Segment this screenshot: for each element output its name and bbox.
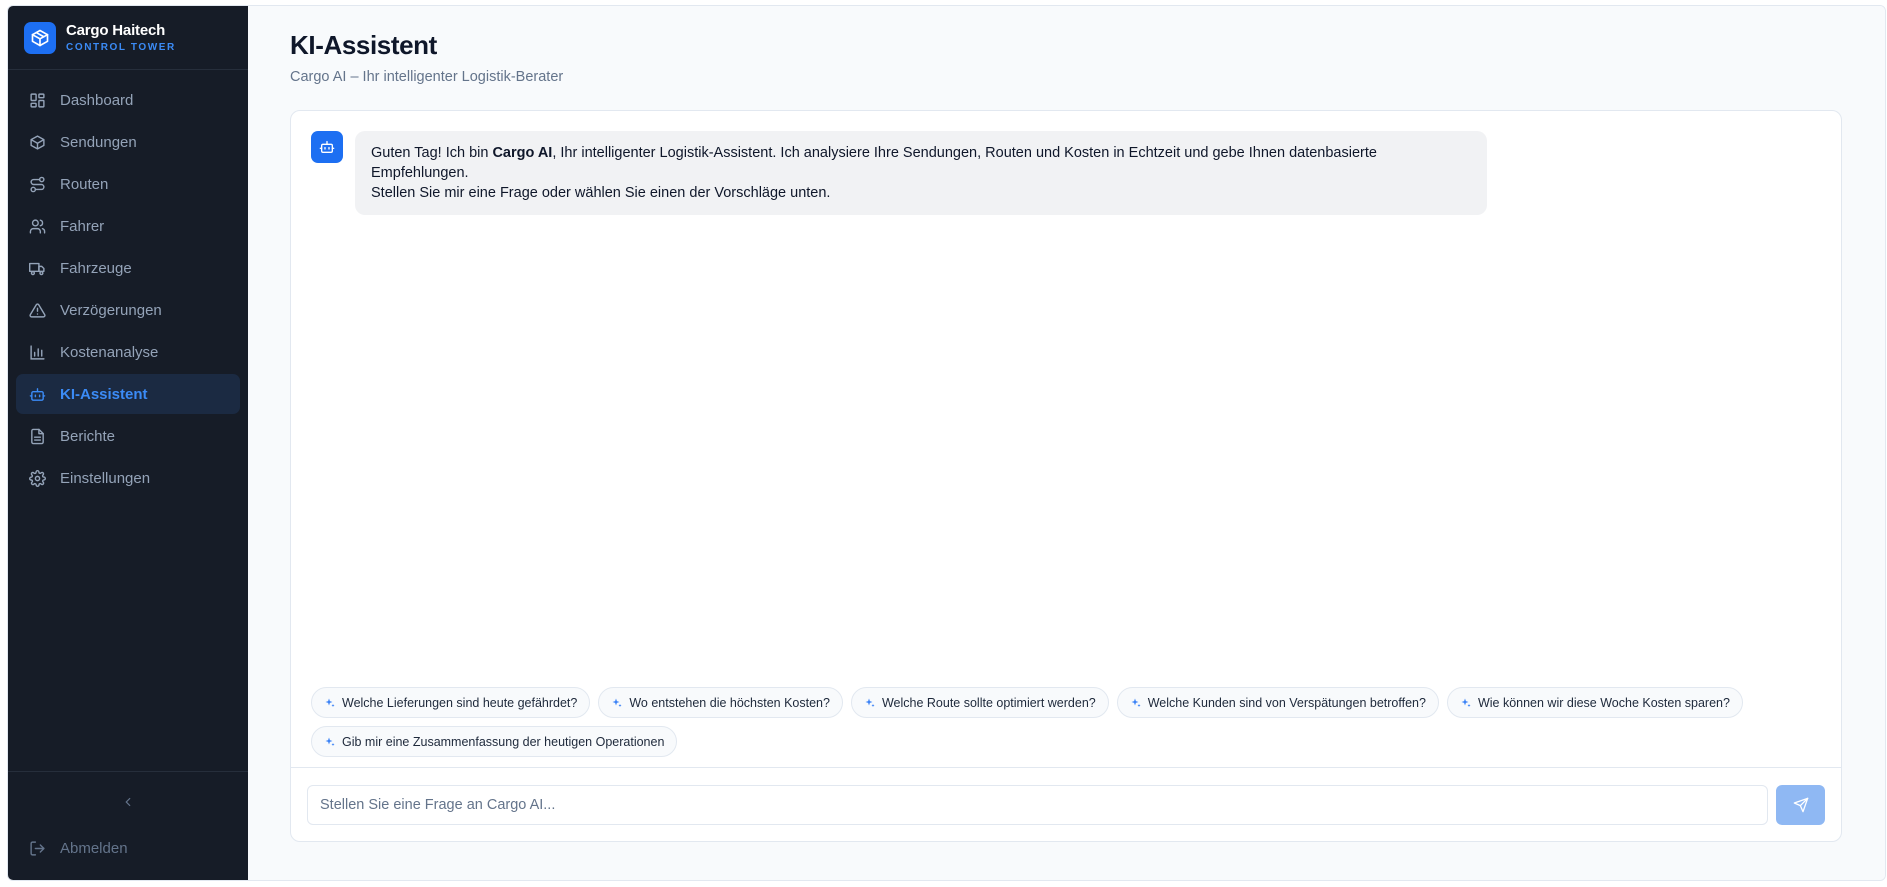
send-button[interactable]	[1776, 784, 1825, 825]
suggestion-label: Welche Lieferungen sind heute gefährdet?	[342, 695, 578, 710]
sidebar-item-ki-assistent[interactable]: KI-Assistent	[16, 374, 240, 414]
suggestion-chips: Welche Lieferungen sind heute gefährdet?…	[291, 687, 1841, 767]
bot-icon	[29, 387, 46, 401]
sidebar-nav: Dashboard Sendungen Routen Fahrer Fahrze…	[8, 70, 248, 508]
package-logo-icon	[24, 21, 56, 54]
page-title: KI-Assistent	[290, 30, 437, 60]
app-frame: Cargo Haitech CONTROL TOWER Dashboard Se…	[7, 5, 1886, 881]
brand[interactable]: Cargo Haitech CONTROL TOWER	[8, 6, 248, 70]
warning-icon	[29, 302, 46, 318]
suggestion-chip[interactable]: Wie können wir diese Woche Kosten sparen…	[1446, 687, 1743, 718]
sidebar-item-routen[interactable]: Routen	[16, 164, 240, 204]
suggestion-label: Welche Route sollte optimiert werden?	[881, 695, 1096, 710]
chat-panel: Guten Tag! Ich bin Cargo AI, Ihr intelli…	[290, 110, 1842, 842]
sparkles-icon	[325, 737, 335, 746]
sidebar: Cargo Haitech CONTROL TOWER Dashboard Se…	[8, 6, 248, 880]
truck-icon	[29, 262, 45, 275]
sidebar-item-label: Verzögerungen	[60, 301, 162, 319]
brand-name: Cargo Haitech	[66, 22, 166, 39]
users-icon	[29, 218, 46, 234]
brand-subtitle: CONTROL TOWER	[66, 42, 176, 53]
send-icon	[1793, 797, 1808, 812]
main-content: KI-Assistent Cargo AI – Ihr intelligente…	[248, 6, 1885, 880]
package-icon	[30, 134, 45, 150]
chat-input[interactable]	[307, 784, 1768, 825]
sparkles-icon	[325, 698, 335, 707]
sparkles-icon	[1131, 698, 1141, 707]
sidebar-item-verzoegerungen[interactable]: Verzögerungen	[16, 290, 240, 330]
suggestion-label: Welche Kunden sind von Verspätungen betr…	[1147, 695, 1426, 710]
sidebar-item-label: Kostenanalyse	[60, 343, 159, 361]
message-text-bold: Cargo AI	[492, 145, 553, 161]
bot-avatar-icon	[311, 131, 343, 163]
sidebar-item-label: Fahrer	[60, 217, 105, 235]
dashboard-icon	[30, 92, 45, 108]
suggestion-label: Wie können wir diese Woche Kosten sparen…	[1477, 695, 1730, 710]
suggestion-chip[interactable]: Wo entstehen die höchsten Kosten?	[598, 687, 843, 718]
sidebar-item-kostenanalyse[interactable]: Kostenanalyse	[16, 332, 240, 372]
sidebar-item-fahrer[interactable]: Fahrer	[16, 206, 240, 246]
sidebar-item-fahrzeuge[interactable]: Fahrzeuge	[16, 248, 240, 288]
logout-button[interactable]: Abmelden	[16, 828, 240, 868]
sidebar-item-label: Berichte	[60, 427, 116, 445]
sidebar-item-label: Routen	[60, 175, 109, 193]
route-icon	[30, 176, 45, 192]
assistant-message: Guten Tag! Ich bin Cargo AI, Ihr intelli…	[311, 131, 1821, 215]
logout-icon	[30, 840, 45, 856]
message-list: Guten Tag! Ich bin Cargo AI, Ihr intelli…	[291, 111, 1841, 687]
suggestion-chip[interactable]: Gib mir eine Zusammenfassung der heutige…	[311, 726, 678, 757]
message-text-line2: Stellen Sie mir eine Frage oder wählen S…	[371, 185, 831, 201]
sparkles-icon	[612, 698, 622, 707]
bar-chart-icon	[30, 344, 45, 360]
file-text-icon	[31, 428, 44, 444]
sidebar-item-label: KI-Assistent	[60, 385, 148, 403]
sparkles-icon	[1461, 698, 1471, 707]
suggestion-chip[interactable]: Welche Route sollte optimiert werden?	[850, 687, 1109, 718]
suggestion-label: Wo entstehen die höchsten Kosten?	[629, 695, 830, 710]
sidebar-item-label: Einstellungen	[60, 469, 151, 487]
sidebar-item-einstellungen[interactable]: Einstellungen	[16, 458, 240, 498]
chevron-left-icon	[125, 797, 131, 807]
suggestion-chip[interactable]: Welche Kunden sind von Verspätungen betr…	[1116, 687, 1439, 718]
collapse-sidebar-button[interactable]	[16, 784, 240, 820]
sidebar-item-berichte[interactable]: Berichte	[16, 416, 240, 456]
suggestion-label: Gib mir eine Zusammenfassung der heutige…	[342, 734, 665, 749]
suggestion-chip[interactable]: Welche Lieferungen sind heute gefährdet?	[311, 687, 591, 718]
message-text-prefix: Guten Tag! Ich bin	[371, 145, 493, 161]
gear-icon	[29, 469, 46, 487]
sparkles-icon	[865, 698, 875, 707]
sidebar-item-label: Sendungen	[60, 133, 137, 151]
sidebar-item-sendungen[interactable]: Sendungen	[16, 122, 240, 162]
sidebar-item-label: Fahrzeuge	[60, 259, 132, 277]
page-subtitle: Cargo AI – Ihr intelligenter Logistik-Be…	[290, 69, 564, 85]
sidebar-footer: Abmelden	[8, 771, 248, 880]
chat-composer	[291, 767, 1841, 841]
logout-label: Abmelden	[60, 839, 128, 857]
message-bubble: Guten Tag! Ich bin Cargo AI, Ihr intelli…	[355, 131, 1487, 215]
sidebar-item-dashboard[interactable]: Dashboard	[16, 80, 240, 120]
sidebar-item-label: Dashboard	[60, 91, 134, 109]
